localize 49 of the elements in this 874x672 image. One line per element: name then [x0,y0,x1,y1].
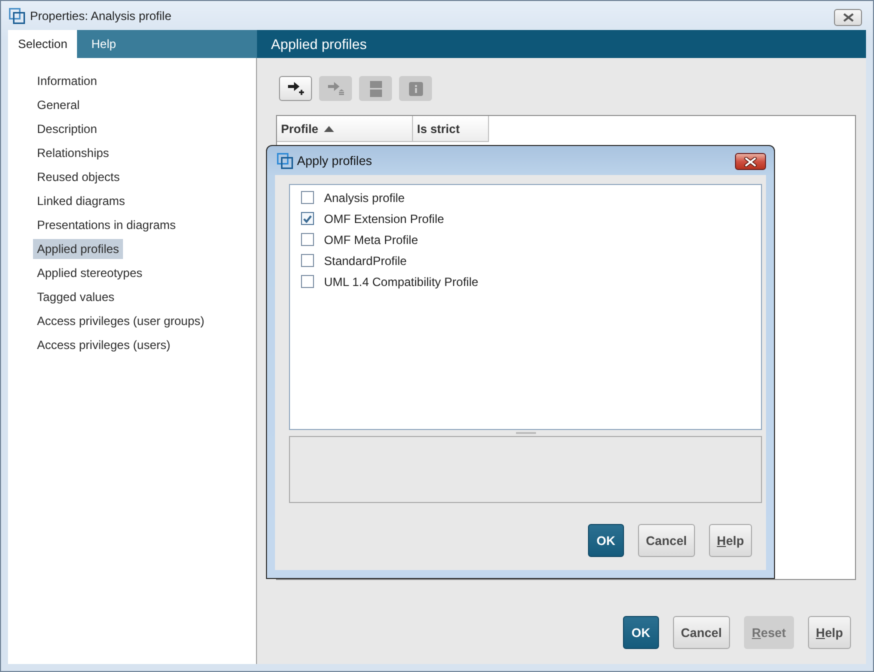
tick-icon [303,214,312,222]
window-title: Properties: Analysis profile [30,8,172,22]
checkbox[interactable] [301,233,314,246]
splitter-handle[interactable] [516,432,536,434]
close-icon [842,13,854,22]
sort-ascending-icon [324,126,334,132]
column-header[interactable]: Is strict [413,116,489,142]
dialog-button[interactable]: OK [622,616,659,649]
arrow-bars-icon [328,82,344,95]
sidebar-item[interactable]: Presentations in diagrams [33,215,180,235]
sidebar-item[interactable]: Linked diagrams [33,191,130,211]
checkbox[interactable] [301,212,314,225]
dialog-button[interactable]: Cancel [672,616,730,649]
dialog-button[interactable]: Cancel [638,524,695,557]
checkbox[interactable] [301,275,314,288]
panel-title: Applied profiles [271,36,367,52]
sidebar-item[interactable]: Access privileges (users) [33,335,174,355]
window-icon [277,152,293,168]
sidebar-item[interactable]: Reused objects [33,167,124,187]
toolbar-button[interactable] [279,76,312,101]
drawer-icon [370,80,382,96]
dialog-button[interactable]: Help [708,524,752,557]
sidebar-item[interactable]: General [33,95,84,115]
checkbox-label: Analysis profile [324,190,405,204]
sidebar-item[interactable]: Applied stereotypes [33,263,146,283]
sidebar-item[interactable]: Description [33,119,102,139]
sidebar-item[interactable]: Applied profiles [33,239,124,259]
tab[interactable]: Selection [8,30,78,58]
sidebar-item[interactable]: Relationships [33,143,114,163]
arrow-plus-icon [288,82,304,95]
checkbox-label: UML 1.4 Compatibility Profile [324,274,478,288]
checkbox-label: OMF Meta Profile [324,232,418,246]
close-icon [744,156,757,166]
dialog-button[interactable]: OK [588,524,624,557]
checkbox-label: OMF Extension Profile [324,212,444,226]
info-icon [408,82,422,96]
close-button[interactable] [735,153,766,170]
window-icon [9,8,25,24]
tab[interactable]: Help [81,30,126,58]
dialog-button[interactable]: Help [808,616,851,649]
column-header[interactable]: Profile [277,116,413,142]
sidebar-item[interactable]: Tagged values [33,287,118,307]
sidebar-item[interactable]: Information [33,71,102,91]
dialog-title: Apply profiles [297,154,372,168]
sidebar-item[interactable]: Access privileges (user groups) [33,311,208,331]
close-button[interactable] [834,9,862,26]
checkbox[interactable] [301,191,314,204]
checkbox-label: StandardProfile [324,254,407,268]
checkbox[interactable] [301,254,314,267]
